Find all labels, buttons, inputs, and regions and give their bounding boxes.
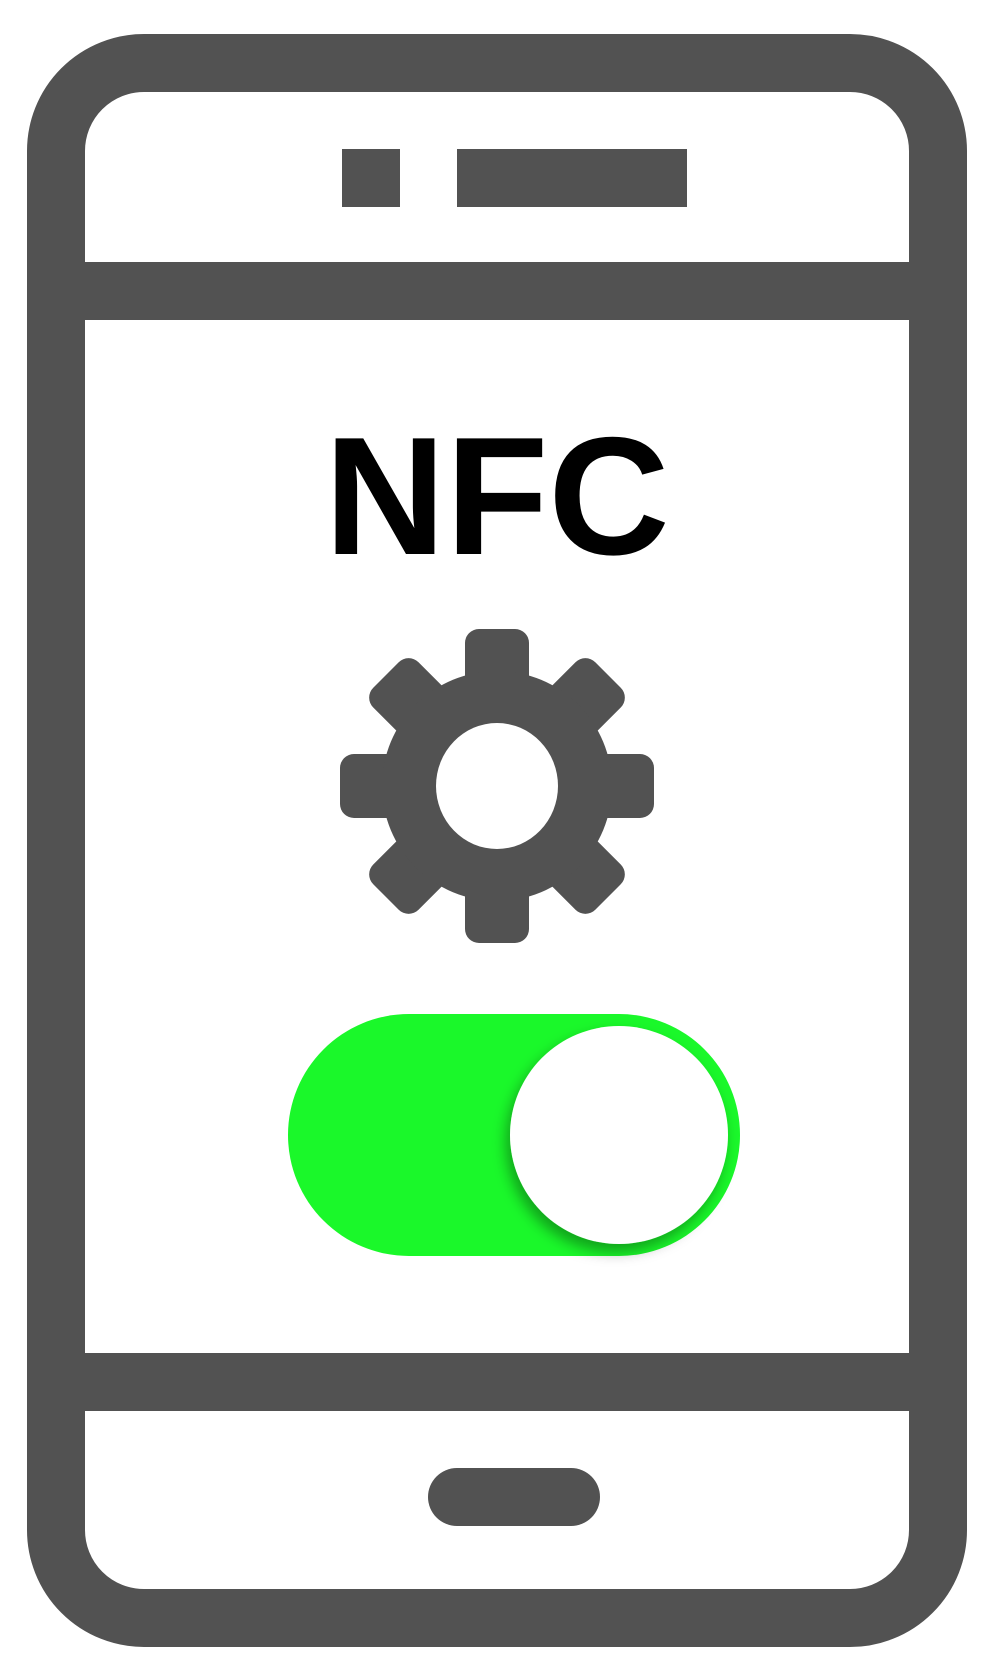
top-bezel-divider	[56, 262, 938, 320]
nfc-toggle-switch[interactable]	[288, 1014, 740, 1256]
screen-title: NFC	[324, 402, 669, 590]
home-button[interactable]	[428, 1468, 600, 1526]
phone-illustration: NFC	[27, 34, 967, 1647]
gear-icon[interactable]	[340, 629, 654, 943]
toggle-knob	[510, 1026, 728, 1244]
bottom-bezel-divider	[56, 1353, 938, 1411]
front-camera	[342, 149, 400, 207]
speaker-grille	[457, 149, 687, 207]
